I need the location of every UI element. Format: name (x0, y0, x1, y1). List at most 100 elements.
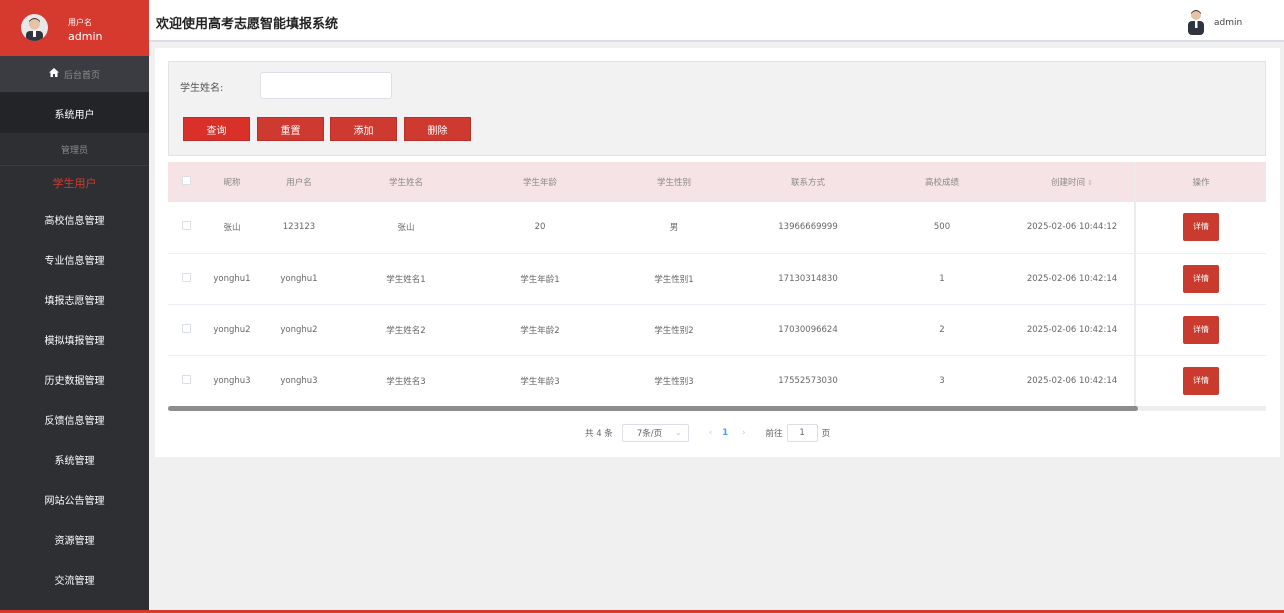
page-title: 欢迎使用高考志愿智能填报系统 (156, 17, 339, 32)
chevron-down-icon: ⌄ (674, 428, 682, 438)
sidebar-item-system-manage[interactable]: 系统管理 (0, 439, 149, 479)
scrollbar-thumb[interactable] (168, 406, 1138, 411)
table-row: 张山 123123 张山 20 男 13966669999 500 2025-0… (168, 202, 1266, 253)
admin-name[interactable]: admin (1214, 18, 1242, 28)
home-icon (48, 68, 59, 80)
detail-button[interactable]: 详情 (1183, 315, 1219, 344)
cell-username: yonghu2 (280, 324, 318, 335)
cell-score: 1 (939, 273, 945, 284)
sidebar-item-home[interactable]: 后台首页 (0, 56, 149, 93)
cell-actions: 详情 (1134, 202, 1266, 253)
cell-actions: 详情 (1134, 355, 1266, 406)
cell-student-name: 张山 (397, 223, 415, 234)
cell-contact: 17030096624 (778, 324, 838, 335)
sidebar-item-resources[interactable]: 资源管理 (0, 519, 149, 559)
prev-page-icon[interactable]: ‹ (709, 428, 712, 438)
select-all-checkbox[interactable] (168, 162, 204, 202)
cell-student-age: 学生年龄2 (520, 325, 560, 336)
cell-contact: 17130314830 (778, 273, 838, 284)
detail-button[interactable]: 详情 (1183, 213, 1219, 242)
cell-nickname: yonghu1 (213, 273, 251, 284)
col-student-name: 学生姓名 (388, 178, 423, 188)
sidebar-item-application[interactable]: 填报志愿管理 (0, 279, 149, 319)
cell-student-gender: 学生性别1 (654, 274, 694, 285)
sidebar-item-system-users[interactable]: 系统用户 (0, 93, 149, 133)
query-button[interactable]: 查询 (183, 117, 250, 141)
sidebar-item-feedback[interactable]: 反馈信息管理 (0, 399, 149, 439)
reset-button[interactable]: 重置 (257, 117, 324, 141)
cell-created-time: 2025-02-06 10:44:12 (1026, 222, 1118, 233)
col-actions: 操作 (1134, 162, 1266, 202)
user-name: admin (68, 30, 103, 43)
cell-username: 123123 (282, 222, 316, 233)
col-contact: 联系方式 (790, 178, 825, 188)
next-page-icon[interactable]: › (742, 428, 745, 438)
page-size-select[interactable]: 7条/页 ⌄ (621, 424, 689, 442)
student-name-input[interactable] (260, 72, 392, 99)
col-score: 高校成绩 (924, 178, 959, 188)
detail-button[interactable]: 详情 (1183, 366, 1219, 395)
cell-nickname: yonghu2 (213, 324, 251, 335)
sidebar-item-home-label: 后台首页 (63, 70, 100, 81)
cell-username: yonghu3 (280, 375, 318, 386)
cell-created-time: 2025-02-06 10:42:14 (1026, 375, 1118, 386)
page-number-current[interactable]: 1 (722, 428, 728, 438)
horizontal-scrollbar[interactable] (168, 406, 1266, 411)
cell-created-time: 2025-02-06 10:42:14 (1026, 324, 1118, 335)
col-created-time-label: 创建时间 (1051, 178, 1086, 188)
user-name-label: 用户名 (68, 18, 92, 27)
sidebar-item-major-info[interactable]: 专业信息管理 (0, 239, 149, 279)
add-button[interactable]: 添加 (330, 117, 397, 141)
sidebar-item-admin[interactable]: 管理员 (0, 133, 149, 166)
col-username: 用户名 (286, 178, 312, 188)
col-created-time[interactable]: 创建时间 ⇕ (1010, 162, 1135, 202)
cell-score: 3 (939, 375, 945, 386)
cell-nickname: 张山 (223, 223, 241, 234)
sidebar: 用户名 admin 后台首页 系统用户 管理员 学生用户 高校信息管理 专业信息… (0, 0, 149, 613)
main-content: 学生姓名: 查询 重置 添加 删除 昵称 用户名 学生姓名 学生年龄 学生性别 (155, 48, 1280, 457)
cell-created-time: 2025-02-06 10:42:14 (1026, 273, 1118, 284)
student-table: 昵称 用户名 学生姓名 学生年龄 学生性别 联系方式 高校成绩 创建时间 ⇕ 操作… (168, 162, 1266, 412)
row-checkbox[interactable] (168, 253, 204, 304)
table-row: yonghu1 yonghu1 学生姓名1 学生年龄1 学生性别1 171303… (168, 253, 1266, 304)
row-checkbox[interactable] (168, 304, 204, 355)
cell-actions: 详情 (1134, 253, 1266, 304)
cell-student-name: 学生姓名1 (386, 274, 426, 285)
sidebar-user-header: 用户名 admin (0, 0, 149, 56)
user-avatar (21, 14, 48, 41)
cell-student-gender: 学生性别3 (654, 376, 694, 387)
cell-student-name: 学生姓名2 (386, 325, 426, 336)
table-row: yonghu3 yonghu3 学生姓名3 学生年龄3 学生性别3 175525… (168, 355, 1266, 406)
cell-student-age: 学生年龄1 (520, 274, 560, 285)
table-header-row: 昵称 用户名 学生姓名 学生年龄 学生性别 联系方式 高校成绩 创建时间 ⇕ 操作 (168, 162, 1266, 202)
cell-student-age: 20 (534, 222, 546, 233)
col-nickname: 昵称 (223, 178, 241, 188)
col-student-gender: 学生性别 (656, 178, 691, 188)
cell-student-age: 学生年龄3 (520, 376, 560, 387)
cell-contact: 13966669999 (778, 222, 838, 233)
admin-avatar[interactable] (1185, 8, 1207, 35)
delete-button[interactable]: 删除 (404, 117, 471, 141)
row-checkbox[interactable] (168, 202, 204, 253)
page-suffix: 页 (821, 429, 831, 439)
top-header: 欢迎使用高考志愿智能填报系统 admin (149, 0, 1284, 42)
sidebar-item-university-info[interactable]: 高校信息管理 (0, 199, 149, 239)
cell-student-gender: 学生性别2 (654, 325, 694, 336)
pagination-total: 共 4 条 (585, 429, 613, 439)
student-name-label: 学生姓名: (180, 83, 224, 94)
sidebar-item-history-data[interactable]: 历史数据管理 (0, 359, 149, 399)
goto-label: 前往 (765, 429, 783, 439)
goto-page-input[interactable]: 1 (786, 424, 818, 442)
pagination: 共 4 条 7条/页 ⌄ ‹ 1 › 前往 1 页 (585, 424, 830, 442)
sidebar-item-mock-application[interactable]: 模拟填报管理 (0, 319, 149, 359)
detail-button[interactable]: 详情 (1183, 264, 1219, 293)
sidebar-item-announcements[interactable]: 网站公告管理 (0, 479, 149, 519)
sidebar-item-student-users[interactable]: 学生用户 (0, 166, 149, 199)
col-student-age: 学生年龄 (522, 178, 557, 188)
table-row: yonghu2 yonghu2 学生姓名2 学生年龄2 学生性别2 170300… (168, 304, 1266, 355)
sort-icon[interactable]: ⇕ (1087, 179, 1093, 187)
row-checkbox[interactable] (168, 355, 204, 406)
sidebar-item-communication[interactable]: 交流管理 (0, 559, 149, 599)
cell-student-name: 学生姓名3 (386, 376, 426, 387)
page-size-value: 7条/页 (636, 429, 663, 439)
